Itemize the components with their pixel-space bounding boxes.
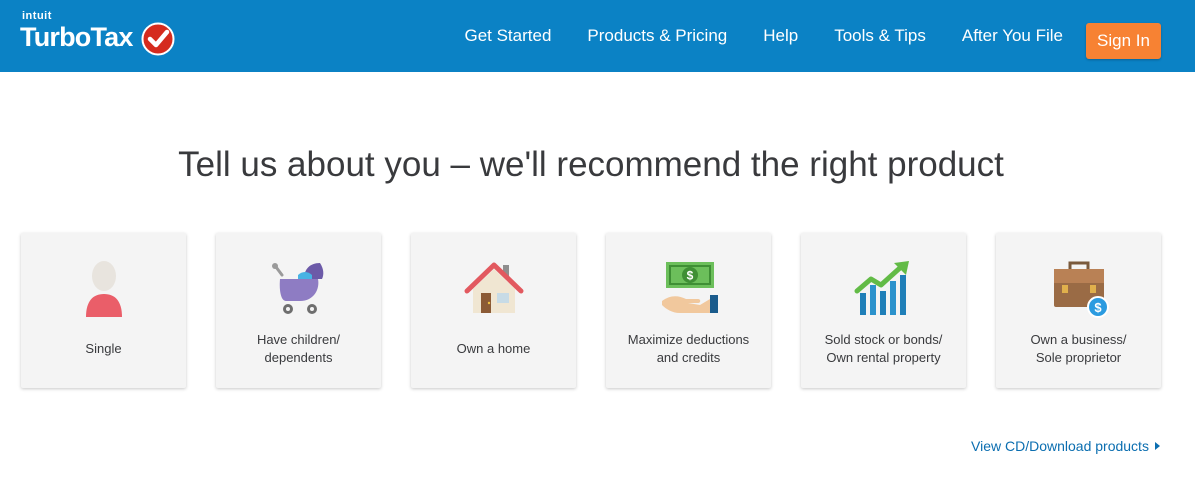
- nav-tools-tips[interactable]: Tools & Tips: [834, 26, 926, 46]
- nav-after-you-file[interactable]: After You File: [962, 26, 1063, 46]
- card-home[interactable]: Own a home: [411, 233, 576, 388]
- stock-chart-icon: [854, 261, 909, 315]
- card-children[interactable]: Have children/ dependents: [216, 233, 381, 388]
- card-business[interactable]: $ Own a business/ Sole proprietor: [996, 233, 1161, 388]
- intuit-wordmark: intuit: [22, 10, 52, 22]
- stroller-icon: [272, 263, 324, 314]
- caret-right-icon: [1154, 442, 1160, 450]
- card-deductions[interactable]: $ Maximize deductions and credits: [606, 233, 771, 388]
- page-headline: Tell us about you – we'll recommend the …: [178, 145, 1004, 184]
- card-label: Single: [85, 341, 122, 356]
- svg-text:$: $: [1094, 300, 1102, 315]
- person-icon: [86, 261, 122, 317]
- house-icon: [464, 262, 524, 313]
- card-single[interactable]: Single: [21, 233, 186, 388]
- checkmark-logo-icon: [141, 22, 175, 56]
- sign-in-button[interactable]: Sign In: [1086, 23, 1161, 59]
- card-label: Maximize deductions and credits: [627, 332, 750, 365]
- card-label: Own a business/ Sole proprietor: [1030, 332, 1127, 365]
- situation-cards: Single Have children/ dependents Own a h…: [21, 233, 1162, 388]
- top-header: intuit TurboTax Get Started Products & P…: [0, 0, 1195, 72]
- card-investments[interactable]: Sold stock or bonds/ Own rental property: [801, 233, 966, 388]
- turbotax-logo[interactable]: intuit TurboTax: [20, 10, 180, 60]
- card-label: Own a home: [456, 341, 531, 356]
- view-cd-download-link[interactable]: View CD/Download products: [971, 438, 1160, 454]
- card-label: Have children/ dependents: [256, 332, 341, 365]
- nav-help[interactable]: Help: [763, 26, 798, 46]
- turbotax-wordmark: TurboTax: [20, 22, 133, 52]
- nav-products-pricing[interactable]: Products & Pricing: [587, 26, 727, 46]
- main-nav: Get Started Products & Pricing Help Tool…: [428, 0, 1063, 72]
- briefcase-icon: $: [1054, 261, 1109, 318]
- cd-link-text: View CD/Download products: [971, 438, 1149, 454]
- nav-get-started[interactable]: Get Started: [464, 26, 551, 46]
- svg-text:$: $: [687, 269, 694, 283]
- money-hand-icon: $: [662, 262, 718, 313]
- card-label: Sold stock or bonds/ Own rental property: [824, 332, 943, 365]
